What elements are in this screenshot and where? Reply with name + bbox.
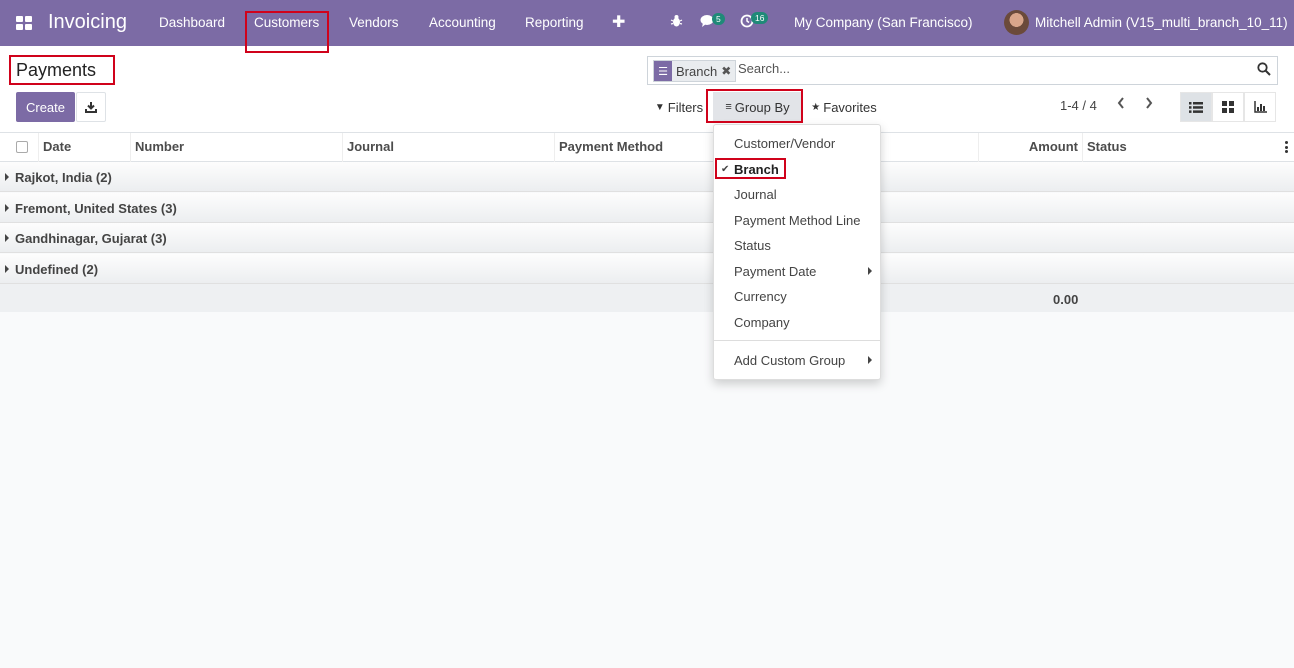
messages-badge: 5 <box>712 13 725 25</box>
menu-dashboard[interactable]: Dashboard <box>159 15 225 30</box>
favorites-label: Favorites <box>823 99 877 115</box>
favorites-button[interactable]: ★ Favorites <box>804 92 884 122</box>
groupby-option-customer-vendor[interactable]: Customer/Vendor <box>734 136 835 151</box>
groupby-option-payment-method-line[interactable]: Payment Method Line <box>734 213 860 228</box>
menu-reporting[interactable]: Reporting <box>525 15 584 30</box>
column-amount[interactable]: Amount <box>978 133 1082 162</box>
table-total-row: 0.00 <box>0 284 1294 312</box>
search-icon[interactable] <box>1257 62 1271 76</box>
caret-right-icon <box>5 204 9 212</box>
groupby-option-status[interactable]: Status <box>734 238 771 253</box>
download-icon[interactable] <box>76 92 106 122</box>
pager-next-icon[interactable] <box>1144 96 1154 115</box>
column-date[interactable]: Date <box>38 133 130 162</box>
apps-menu-icon[interactable] <box>16 16 32 30</box>
groupby-option-currency[interactable]: Currency <box>734 289 787 304</box>
amount-total: 0.00 <box>1053 292 1079 307</box>
table-header: Date Number Journal Payment Method Amoun… <box>0 133 1294 162</box>
group-label: Undefined (2) <box>15 262 99 277</box>
select-all-checkbox[interactable] <box>16 141 28 153</box>
graph-view-icon[interactable] <box>1244 92 1276 122</box>
groupby-dropdown: Customer/Vendor ✔ Branch Journal Payment… <box>713 124 881 380</box>
menu-customers[interactable]: Customers <box>254 15 319 30</box>
search-box[interactable]: ☰ Branch ✖ <box>647 56 1278 85</box>
groupby-option-company[interactable]: Company <box>734 315 790 330</box>
group-row-rajkot[interactable]: Rajkot, India (2) <box>0 162 1294 192</box>
group-label: Fremont, United States (3) <box>15 201 177 216</box>
add-custom-group[interactable]: Add Custom Group <box>734 353 845 368</box>
submenu-caret-icon <box>868 356 872 364</box>
caret-right-icon <box>5 265 9 273</box>
submenu-caret-icon <box>868 267 872 275</box>
group-row-gandhinagar[interactable]: Gandhinagar, Gujarat (3) <box>0 223 1294 253</box>
menu-accounting[interactable]: Accounting <box>429 15 496 30</box>
control-panel: Payments Create ☰ Branch ✖ ▼Filters ≡Gro… <box>0 46 1294 133</box>
page-title: Payments <box>16 60 97 80</box>
optional-columns-icon[interactable] <box>1285 141 1288 153</box>
filters-button[interactable]: ▼ Filters <box>651 92 707 122</box>
groupby-option-branch[interactable]: Branch <box>734 162 779 177</box>
column-status[interactable]: Status <box>1082 133 1282 162</box>
check-icon: ✔ <box>721 164 730 175</box>
groupby-option-journal[interactable]: Journal <box>734 187 777 202</box>
groupby-button[interactable]: ≡ Group By <box>713 92 802 122</box>
debug-bug-icon[interactable] <box>670 14 683 31</box>
top-navbar: Invoicing Dashboard Customers Vendors Ac… <box>0 0 1294 46</box>
star-icon: ★ <box>811 101 821 113</box>
search-input[interactable] <box>738 61 1238 76</box>
kanban-view-icon[interactable] <box>1212 92 1244 122</box>
column-journal[interactable]: Journal <box>342 133 554 162</box>
list-view-icon[interactable] <box>1180 92 1212 122</box>
pager-value[interactable]: 1-4 / 4 <box>1060 98 1097 113</box>
app-title[interactable]: Invoicing <box>48 11 127 34</box>
group-label: Rajkot, India (2) <box>15 170 112 185</box>
group-label: Gandhinagar, Gujarat (3) <box>15 231 167 246</box>
caret-right-icon <box>5 234 9 242</box>
groupby-label: Group By <box>734 99 790 115</box>
column-payment-method[interactable]: Payment Method <box>554 133 712 162</box>
groupby-facet-icon: ☰ <box>654 61 672 81</box>
caret-right-icon <box>5 173 9 181</box>
pager-previous-icon[interactable] <box>1116 96 1126 115</box>
dropdown-divider <box>714 340 880 341</box>
filter-icon: ▼ <box>654 101 665 113</box>
groupby-option-payment-date[interactable]: Payment Date <box>734 264 816 279</box>
groupby-icon: ≡ <box>725 101 732 113</box>
add-menu-icon[interactable]: ✚ <box>612 12 625 32</box>
search-facet-branch[interactable]: ☰ Branch ✖ <box>653 60 737 82</box>
column-number[interactable]: Number <box>130 133 342 162</box>
create-button[interactable]: Create <box>16 92 75 122</box>
filters-label: Filters <box>667 99 704 115</box>
group-row-undefined[interactable]: Undefined (2) <box>0 254 1294 284</box>
facet-label: Branch <box>676 63 718 79</box>
menu-vendors[interactable]: Vendors <box>349 15 399 30</box>
user-avatar[interactable] <box>1004 10 1029 35</box>
activity-badge: 16 <box>751 12 769 24</box>
company-switcher[interactable]: My Company (San Francisco) <box>794 15 973 30</box>
user-menu[interactable]: Mitchell Admin (V15_multi_branch_10_11) <box>1035 15 1288 30</box>
facet-remove-icon[interactable]: ✖ <box>721 64 735 78</box>
group-row-fremont[interactable]: Fremont, United States (3) <box>0 193 1294 223</box>
